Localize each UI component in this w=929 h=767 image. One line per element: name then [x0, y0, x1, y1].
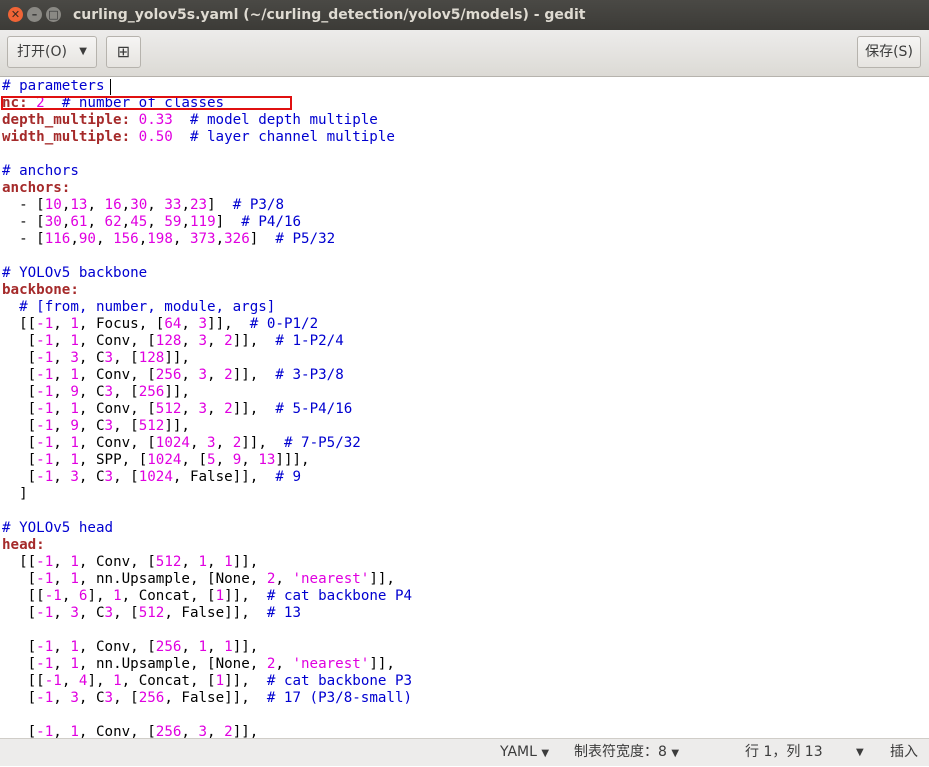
code-line[interactable]: [-1, 1, Conv, [512, 3, 2]], # 5-P4/16 — [2, 401, 412, 418]
code-line[interactable]: ] — [2, 486, 412, 503]
code-line[interactable]: [-1, 1, Conv, [256, 3, 2]], # 3-P3/8 — [2, 367, 412, 384]
code-line[interactable]: [-1, 1, Conv, [128, 3, 2]], # 1-P2/4 — [2, 333, 412, 350]
code-line[interactable]: depth_multiple: 0.33 # model depth multi… — [2, 112, 412, 129]
toolbar: 打开(O) ▼ ⊞ 保存(S) — [0, 30, 929, 77]
language-selector[interactable]: YAML ▼ — [500, 739, 549, 767]
code-line[interactable]: ​ — [2, 503, 412, 520]
cursor-position: 行 1，列 13 — [745, 744, 823, 760]
code-line[interactable]: [[-1, 4], 1, Concat, [1]], # cat backbon… — [2, 673, 412, 690]
code-line[interactable]: [-1, 1, Conv, [256, 3, 2]], — [2, 724, 412, 738]
code-line[interactable]: # parameters — [2, 78, 412, 95]
new-tab-button[interactable]: ⊞ — [106, 36, 141, 68]
code-line[interactable]: [-1, 3, C3, [1024, False]], # 9 — [2, 469, 412, 486]
code-line[interactable]: width_multiple: 0.50 # layer channel mul… — [2, 129, 412, 146]
code-line[interactable]: [[-1, 1, Focus, [64, 3]], # 0-P1/2 — [2, 316, 412, 333]
code-line[interactable]: ​ — [2, 707, 412, 724]
chevron-down-icon[interactable]: ▼ — [856, 739, 864, 766]
tab-width-selector[interactable]: 制表符宽度：8 ▼ — [574, 739, 679, 767]
code-line[interactable]: - [30,61, 62,45, 59,119] # P4/16 — [2, 214, 412, 231]
status-bar: YAML ▼ 制表符宽度：8 ▼ 行 1，列 13 ▼ 插入 — [0, 738, 929, 766]
code-line[interactable]: - [10,13, 16,30, 33,23] # P3/8 — [2, 197, 412, 214]
text-editor[interactable]: # parameters nc: 2 # number of classes dep… — [0, 77, 929, 738]
save-button[interactable]: 保存(S) — [857, 36, 921, 68]
annotation-highlight-box — [1, 96, 292, 110]
code-line[interactable]: head: — [2, 537, 412, 554]
code-line[interactable]: backbone: — [2, 282, 412, 299]
code-line[interactable]: [-1, 3, C3, [256, False]], # 17 (P3/8-sm… — [2, 690, 412, 707]
code-line[interactable]: [-1, 3, C3, [512, False]], # 13 — [2, 605, 412, 622]
chevron-down-icon: ▼ — [79, 46, 87, 57]
window-title: curling_yolov5s.yaml (~/curling_detectio… — [73, 7, 586, 23]
code-line[interactable]: [-1, 9, C3, [512]], — [2, 418, 412, 435]
insert-mode-indicator: 插入 — [890, 744, 918, 760]
code-line[interactable]: [-1, 1, SPP, [1024, [5, 9, 13]]], — [2, 452, 412, 469]
code-line[interactable]: [-1, 9, C3, [256]], — [2, 384, 412, 401]
minimize-window-button[interactable]: – — [27, 7, 42, 22]
code-line[interactable]: - [116,90, 156,198, 373,326] # P5/32 — [2, 231, 412, 248]
code-line[interactable]: anchors: — [2, 180, 412, 197]
title-bar: ✕ – □ curling_yolov5s.yaml (~/curling_de… — [0, 0, 929, 30]
tab-width-label: 制表符宽度：8 — [574, 744, 667, 760]
code-line[interactable]: # YOLOv5 backbone — [2, 265, 412, 282]
code-line[interactable]: [-1, 1, Conv, [1024, 3, 2]], # 7-P5/32 — [2, 435, 412, 452]
chevron-down-icon: ▼ — [541, 748, 550, 759]
code-line[interactable]: [-1, 1, nn.Upsample, [None, 2, 'nearest'… — [2, 571, 412, 588]
text-cursor — [110, 79, 111, 95]
code-line[interactable]: # [from, number, module, args] — [2, 299, 412, 316]
new-document-icon: ⊞ — [116, 42, 131, 61]
open-button-label: 打开(O) — [17, 44, 67, 60]
code-content[interactable]: # parameters nc: 2 # number of classes dep… — [2, 78, 412, 738]
chevron-down-icon: ▼ — [671, 748, 680, 759]
language-label: YAML — [500, 744, 537, 760]
code-line[interactable]: [-1, 1, nn.Upsample, [None, 2, 'nearest'… — [2, 656, 412, 673]
code-line[interactable]: [[-1, 6], 1, Concat, [1]], # cat backbon… — [2, 588, 412, 605]
code-line[interactable]: ​ — [2, 248, 412, 265]
open-button[interactable]: 打开(O) ▼ — [7, 36, 97, 68]
code-line[interactable]: [-1, 1, Conv, [256, 1, 1]], — [2, 639, 412, 656]
code-line[interactable]: ​ — [2, 622, 412, 639]
code-line[interactable]: [-1, 3, C3, [128]], — [2, 350, 412, 367]
code-line[interactable]: ​ — [2, 146, 412, 163]
maximize-window-button[interactable]: □ — [46, 7, 61, 22]
code-line[interactable]: [[-1, 1, Conv, [512, 1, 1]], — [2, 554, 412, 571]
close-window-button[interactable]: ✕ — [8, 7, 23, 22]
code-line[interactable]: # YOLOv5 head — [2, 520, 412, 537]
code-line[interactable]: # anchors — [2, 163, 412, 180]
